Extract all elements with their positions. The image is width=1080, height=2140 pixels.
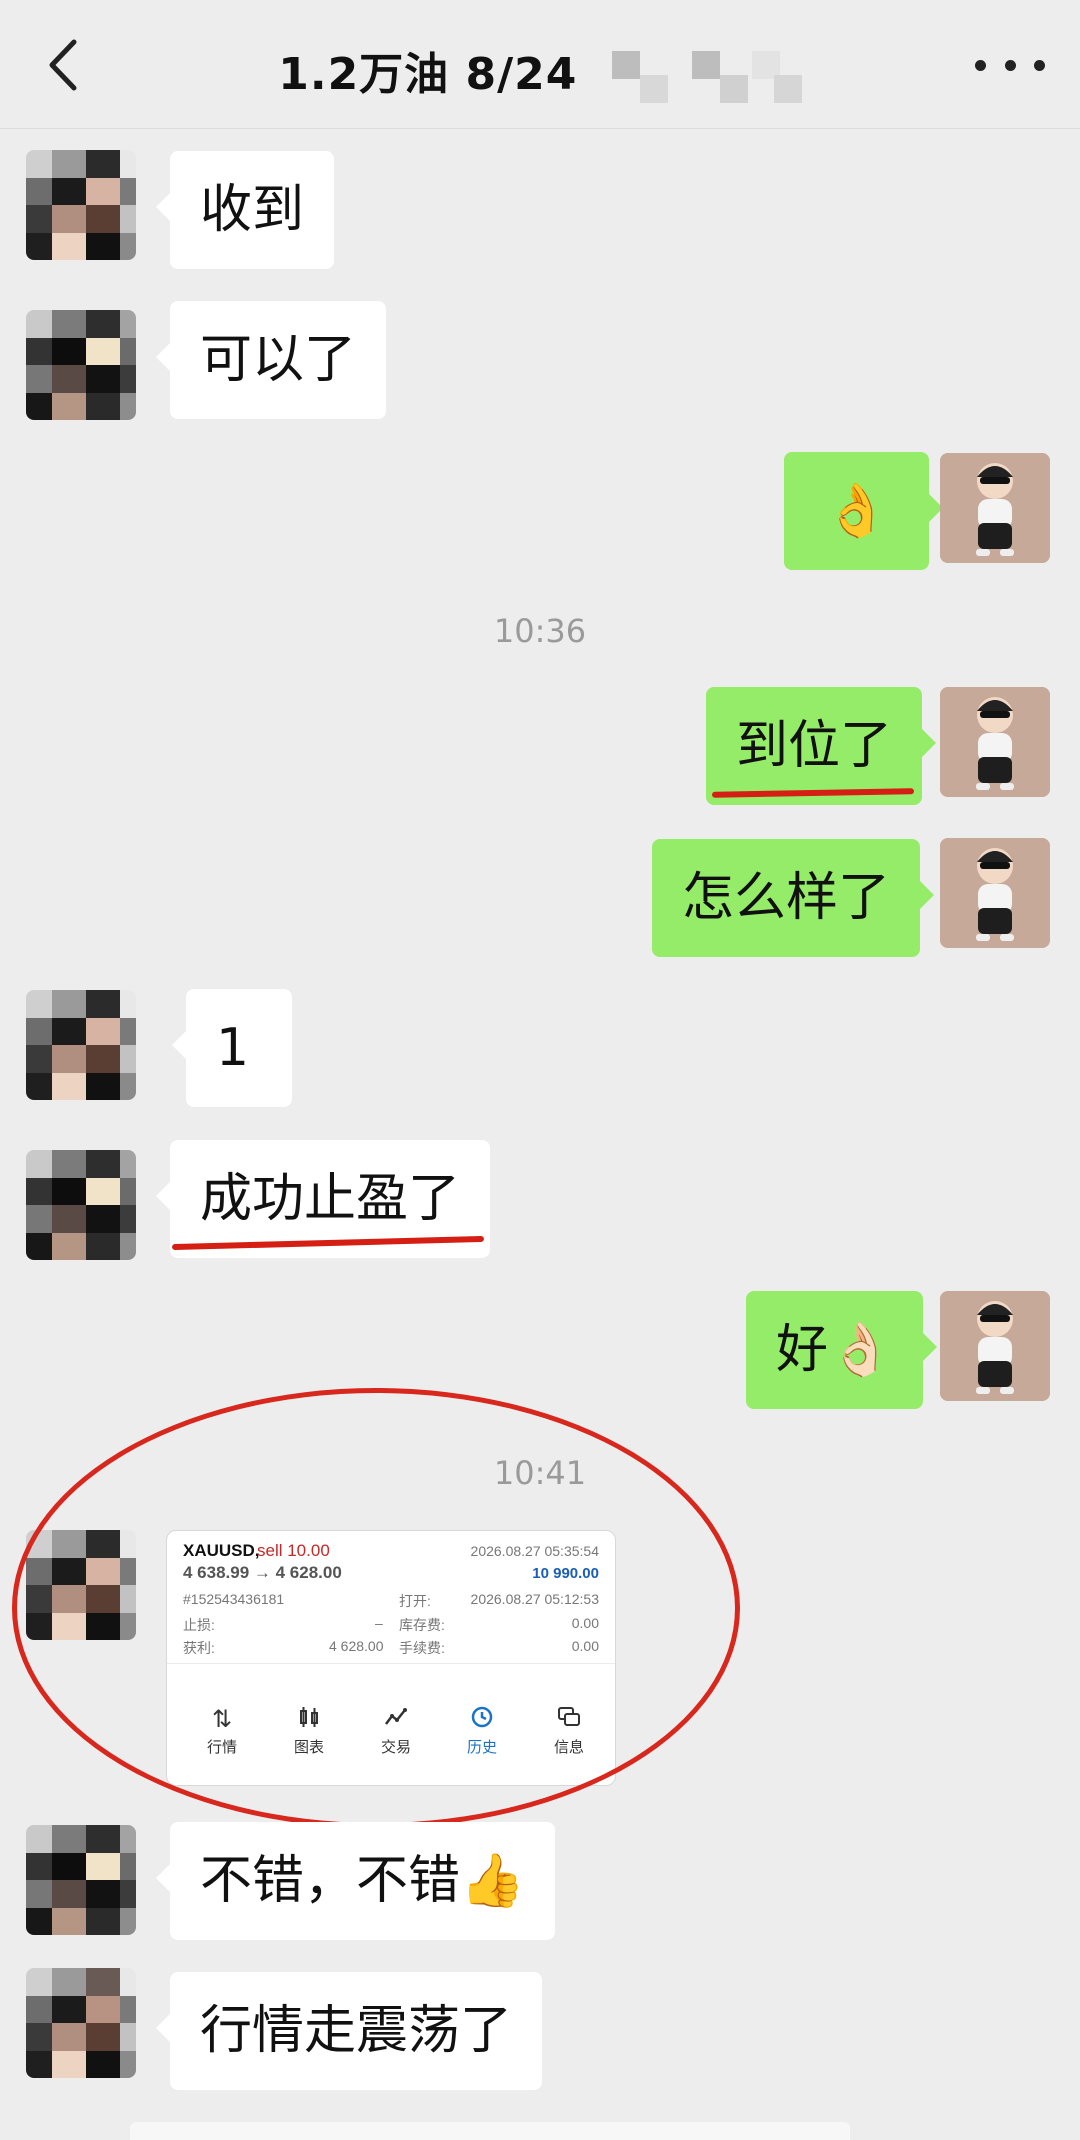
more-dots-icon (975, 59, 986, 71)
contact-avatar[interactable] (26, 1825, 136, 1935)
message-bubble[interactable]: 可以了 (155, 301, 387, 419)
timestamp: 10:36 (493, 612, 587, 650)
message-bubble[interactable]: 不错，不错👍 (156, 1822, 555, 1940)
message-text: 好👌🏻 (776, 1320, 893, 1380)
contact-avatar[interactable] (26, 990, 136, 1100)
message-text: 👌 (824, 481, 889, 541)
message-text: 可以了 (200, 330, 357, 390)
cartoon-avatar-icon (940, 838, 1050, 948)
message-bubble[interactable]: 到位了 (706, 687, 937, 805)
next-message-edge (0, 2112, 1080, 2140)
message-text: 怎么样了 (682, 868, 891, 928)
my-avatar[interactable] (940, 838, 1050, 948)
message-text: 收到 (200, 180, 305, 240)
red-circle-annotation (12, 1388, 740, 1828)
contact-avatar[interactable] (26, 150, 136, 260)
contact-avatar[interactable] (26, 1968, 136, 2078)
contact-avatar[interactable] (26, 1150, 136, 1260)
message-text: 不错，不错👍 (200, 1851, 525, 1911)
chat-title-text: 1.2万油 8/24 (278, 49, 578, 100)
cartoon-avatar-icon (940, 453, 1050, 563)
message-text: 行情走震荡了 (200, 2001, 513, 2061)
message-bubble[interactable]: 好👌🏻 (746, 1291, 937, 1409)
message-bubble[interactable]: 1 (172, 989, 292, 1107)
my-avatar[interactable] (940, 453, 1050, 563)
message-bubble[interactable]: 👌 (784, 452, 943, 570)
cartoon-avatar-icon (940, 1291, 1050, 1401)
message-bubble[interactable]: 行情走震荡了 (155, 1972, 543, 2090)
chat-title: 1.2万油 8/24 (0, 38, 1080, 103)
my-avatar[interactable] (940, 687, 1050, 797)
my-avatar[interactable] (940, 1291, 1050, 1401)
contact-avatar[interactable] (26, 310, 136, 420)
message-text: 到位了 (736, 716, 893, 776)
message-text: 成功止盈了 (200, 1169, 461, 1229)
message-bubble[interactable]: 收到 (155, 151, 335, 269)
cartoon-avatar-icon (940, 687, 1050, 797)
message-text: 1 (216, 1018, 250, 1078)
blurred-title-suffix (611, 51, 802, 103)
more-button[interactable] (975, 40, 1045, 90)
message-bubble[interactable]: 怎么样了 (652, 839, 935, 957)
